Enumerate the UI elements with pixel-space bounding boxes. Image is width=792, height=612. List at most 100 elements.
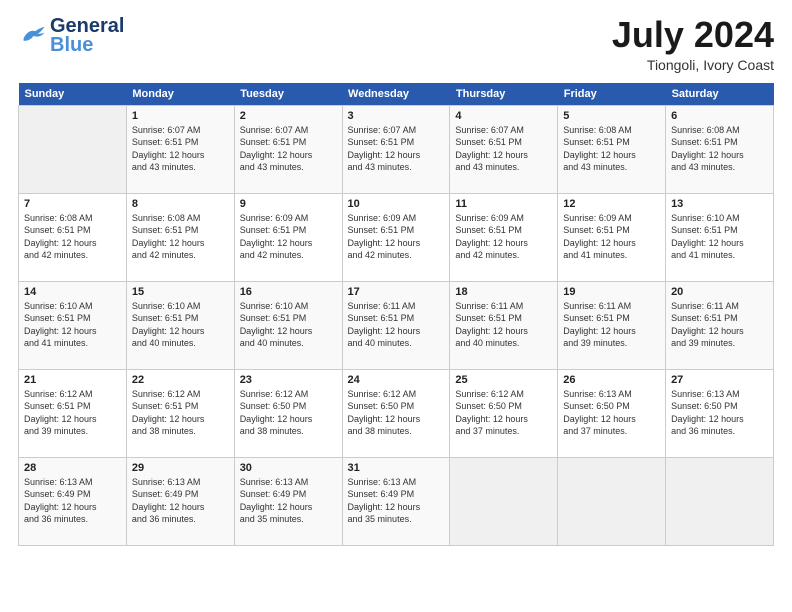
day-cell: 26 Sunrise: 6:13 AM Sunset: 6:50 PM Dayli…: [558, 369, 666, 457]
day-cell: 25 Sunrise: 6:12 AM Sunset: 6:50 PM Dayli…: [450, 369, 558, 457]
day-info: Sunrise: 6:09 AM Sunset: 6:51 PM Dayligh…: [563, 212, 660, 262]
day-info: Sunrise: 6:11 AM Sunset: 6:51 PM Dayligh…: [348, 300, 445, 350]
day-number: 2: [240, 110, 337, 122]
day-cell: 1 Sunrise: 6:07 AM Sunset: 6:51 PM Daylig…: [126, 105, 234, 193]
title-area: July 2024 Tiongoli, Ivory Coast: [612, 15, 774, 73]
day-cell: 17 Sunrise: 6:11 AM Sunset: 6:51 PM Dayli…: [342, 281, 450, 369]
day-number: 31: [348, 462, 445, 474]
day-info: Sunrise: 6:13 AM Sunset: 6:50 PM Dayligh…: [671, 388, 768, 438]
day-number: 4: [455, 110, 552, 122]
day-info: Sunrise: 6:12 AM Sunset: 6:50 PM Dayligh…: [455, 388, 552, 438]
day-number: 20: [671, 286, 768, 298]
day-info: Sunrise: 6:13 AM Sunset: 6:50 PM Dayligh…: [563, 388, 660, 438]
day-info: Sunrise: 6:09 AM Sunset: 6:51 PM Dayligh…: [240, 212, 337, 262]
week-row-5: 28Sunrise: 6:13 AM Sunset: 6:49 PM Dayli…: [19, 457, 774, 545]
day-number: 9: [240, 198, 337, 210]
day-number: 15: [132, 286, 229, 298]
day-cell: 11 Sunrise: 6:09 AM Sunset: 6:51 PM Dayli…: [450, 193, 558, 281]
day-number: 6: [671, 110, 768, 122]
day-number: 16: [240, 286, 337, 298]
month-title: July 2024: [612, 15, 774, 55]
day-info: Sunrise: 6:13 AM Sunset: 6:49 PM Dayligh…: [24, 476, 121, 526]
day-info: Sunrise: 6:11 AM Sunset: 6:51 PM Dayligh…: [455, 300, 552, 350]
header: General Blue July 2024 Tiongoli, Ivory C…: [18, 15, 774, 73]
day-cell: [558, 457, 666, 545]
day-cell: 7 Sunrise: 6:08 AM Sunset: 6:51 PM Daylig…: [19, 193, 127, 281]
day-info: Sunrise: 6:11 AM Sunset: 6:51 PM Dayligh…: [671, 300, 768, 350]
day-cell: 6 Sunrise: 6:08 AM Sunset: 6:51 PM Daylig…: [666, 105, 774, 193]
day-cell: 12 Sunrise: 6:09 AM Sunset: 6:51 PM Dayli…: [558, 193, 666, 281]
day-number: 14: [24, 286, 121, 298]
day-number: 11: [455, 198, 552, 210]
day-cell: [450, 457, 558, 545]
day-number: 5: [563, 110, 660, 122]
day-cell: 9 Sunrise: 6:09 AM Sunset: 6:51 PM Daylig…: [234, 193, 342, 281]
day-info: Sunrise: 6:07 AM Sunset: 6:51 PM Dayligh…: [348, 124, 445, 174]
day-cell: 2Sunrise: 6:07 AM Sunset: 6:51 PM Daylig…: [234, 105, 342, 193]
weekday-header-saturday: Saturday: [666, 83, 774, 106]
day-info: Sunrise: 6:09 AM Sunset: 6:51 PM Dayligh…: [348, 212, 445, 262]
day-number: 12: [563, 198, 660, 210]
day-number: 22: [132, 374, 229, 386]
day-number: 13: [671, 198, 768, 210]
day-cell: 3 Sunrise: 6:07 AM Sunset: 6:51 PM Daylig…: [342, 105, 450, 193]
day-info: Sunrise: 6:10 AM Sunset: 6:51 PM Dayligh…: [671, 212, 768, 262]
day-cell: 27 Sunrise: 6:13 AM Sunset: 6:50 PM Dayli…: [666, 369, 774, 457]
day-cell: 14 Sunrise: 6:10 AM Sunset: 6:51 PM Dayli…: [19, 281, 127, 369]
day-info: Sunrise: 6:11 AM Sunset: 6:51 PM Dayligh…: [563, 300, 660, 350]
day-info: Sunrise: 6:09 AM Sunset: 6:51 PM Dayligh…: [455, 212, 552, 262]
day-info: Sunrise: 6:12 AM Sunset: 6:50 PM Dayligh…: [348, 388, 445, 438]
day-number: 17: [348, 286, 445, 298]
day-number: 7: [24, 198, 121, 210]
day-info: Sunrise: 6:07 AM Sunset: 6:51 PM Dayligh…: [132, 124, 229, 174]
day-cell: 13 Sunrise: 6:10 AM Sunset: 6:51 PM Dayli…: [666, 193, 774, 281]
day-cell: 5 Sunrise: 6:08 AM Sunset: 6:51 PM Daylig…: [558, 105, 666, 193]
day-cell: [19, 105, 127, 193]
weekday-header-sunday: Sunday: [19, 83, 127, 106]
day-cell: 22 Sunrise: 6:12 AM Sunset: 6:51 PM Dayli…: [126, 369, 234, 457]
day-cell: 19 Sunrise: 6:11 AM Sunset: 6:51 PM Dayli…: [558, 281, 666, 369]
day-number: 19: [563, 286, 660, 298]
day-cell: 23 Sunrise: 6:12 AM Sunset: 6:50 PM Dayli…: [234, 369, 342, 457]
day-cell: [666, 457, 774, 545]
day-cell: 30Sunrise: 6:13 AM Sunset: 6:49 PM Dayli…: [234, 457, 342, 545]
day-info: Sunrise: 6:12 AM Sunset: 6:51 PM Dayligh…: [132, 388, 229, 438]
day-info: Sunrise: 6:10 AM Sunset: 6:51 PM Dayligh…: [24, 300, 121, 350]
day-info: Sunrise: 6:13 AM Sunset: 6:49 PM Dayligh…: [132, 476, 229, 526]
day-number: 10: [348, 198, 445, 210]
calendar-table: SundayMondayTuesdayWednesdayThursdayFrid…: [18, 83, 774, 546]
day-info: Sunrise: 6:07 AM Sunset: 6:51 PM Dayligh…: [455, 124, 552, 174]
day-info: Sunrise: 6:12 AM Sunset: 6:50 PM Dayligh…: [240, 388, 337, 438]
day-number: 1: [132, 110, 229, 122]
day-info: Sunrise: 6:08 AM Sunset: 6:51 PM Dayligh…: [563, 124, 660, 174]
day-cell: 18 Sunrise: 6:11 AM Sunset: 6:51 PM Dayli…: [450, 281, 558, 369]
page: General Blue July 2024 Tiongoli, Ivory C…: [0, 0, 792, 612]
weekday-header-monday: Monday: [126, 83, 234, 106]
day-cell: 21 Sunrise: 6:12 AM Sunset: 6:51 PM Dayli…: [19, 369, 127, 457]
day-cell: 10 Sunrise: 6:09 AM Sunset: 6:51 PM Dayli…: [342, 193, 450, 281]
day-number: 27: [671, 374, 768, 386]
day-info: Sunrise: 6:12 AM Sunset: 6:51 PM Dayligh…: [24, 388, 121, 438]
day-number: 21: [24, 374, 121, 386]
day-number: 24: [348, 374, 445, 386]
day-number: 18: [455, 286, 552, 298]
week-row-4: 21 Sunrise: 6:12 AM Sunset: 6:51 PM Dayli…: [19, 369, 774, 457]
day-info: Sunrise: 6:08 AM Sunset: 6:51 PM Dayligh…: [24, 212, 121, 262]
day-number: 23: [240, 374, 337, 386]
day-cell: 29Sunrise: 6:13 AM Sunset: 6:49 PM Dayli…: [126, 457, 234, 545]
day-number: 3: [348, 110, 445, 122]
week-row-2: 7 Sunrise: 6:08 AM Sunset: 6:51 PM Daylig…: [19, 193, 774, 281]
day-cell: 24 Sunrise: 6:12 AM Sunset: 6:50 PM Dayli…: [342, 369, 450, 457]
day-cell: 15Sunrise: 6:10 AM Sunset: 6:51 PM Dayli…: [126, 281, 234, 369]
day-info: Sunrise: 6:08 AM Sunset: 6:51 PM Dayligh…: [132, 212, 229, 262]
day-number: 8: [132, 198, 229, 210]
location: Tiongoli, Ivory Coast: [612, 57, 774, 73]
day-info: Sunrise: 6:13 AM Sunset: 6:49 PM Dayligh…: [240, 476, 337, 526]
day-info: Sunrise: 6:08 AM Sunset: 6:51 PM Dayligh…: [671, 124, 768, 174]
weekday-header-friday: Friday: [558, 83, 666, 106]
day-cell: 16Sunrise: 6:10 AM Sunset: 6:51 PM Dayli…: [234, 281, 342, 369]
week-row-3: 14 Sunrise: 6:10 AM Sunset: 6:51 PM Dayli…: [19, 281, 774, 369]
day-number: 26: [563, 374, 660, 386]
day-number: 25: [455, 374, 552, 386]
weekday-header-thursday: Thursday: [450, 83, 558, 106]
